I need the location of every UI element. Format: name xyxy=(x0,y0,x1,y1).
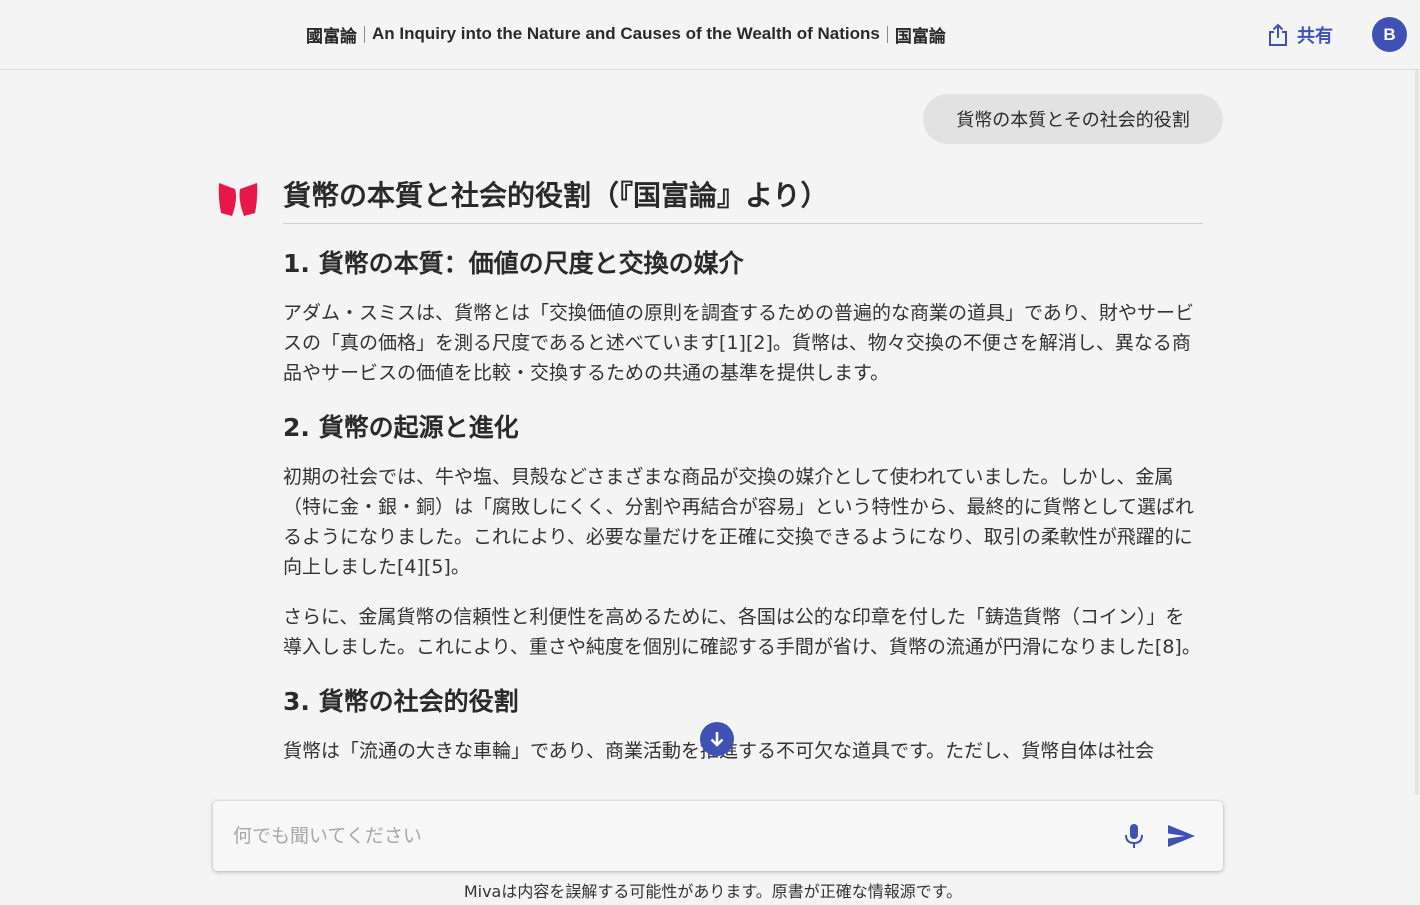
chat-input[interactable] xyxy=(233,819,1103,853)
section-heading: 3. 貨幣の社会的役割 xyxy=(283,687,519,716)
share-icon xyxy=(1269,23,1287,46)
microphone-icon[interactable] xyxy=(1120,821,1148,851)
scroll-to-bottom-button[interactable] xyxy=(700,722,734,756)
send-icon[interactable] xyxy=(1165,821,1197,851)
title-separator xyxy=(364,25,365,43)
share-label: 共有 xyxy=(1297,26,1333,47)
section-paragraph: 初期の社会では、牛や塩、貝殻などさまざまな商品が交換の媒介として使われていました… xyxy=(283,466,1195,578)
top-bar: 國富論 An Inquiry into the Nature and Cause… xyxy=(0,0,1420,70)
assistant-logo-icon xyxy=(218,183,258,216)
title-right: 国富論 xyxy=(894,26,946,46)
avatar[interactable]: B xyxy=(1372,17,1407,52)
assistant-answer: 貨幣の本質と社会的役割（『国富論』より） 1. 貨幣の本質：価値の尺度と交換の媒… xyxy=(283,170,1203,800)
chat-input-container xyxy=(213,801,1223,871)
title-left: 國富論 xyxy=(306,26,357,46)
disclaimer: Mivaは内容を誤解する可能性があります。原書が正確な情報源です。 xyxy=(463,882,963,901)
title-main: An Inquiry into the Nature and Causes of… xyxy=(372,24,880,43)
section-paragraph: 貨幣は「流通の大きな車輪」であり、商業活動を推進する不可欠な道具です。ただし、貨… xyxy=(283,736,1203,766)
section-paragraph: さらに、金属貨幣の信頼性と利便性を高めるために、各国は公的な印章を付した「鋳造貨… xyxy=(283,606,1201,658)
section-heading: 1. 貨幣の本質：価値の尺度と交換の媒介 xyxy=(283,249,744,278)
section-heading: 2. 貨幣の起源と進化 xyxy=(283,413,519,442)
share-button[interactable]: 共有 xyxy=(1267,21,1333,49)
title-separator xyxy=(886,25,888,43)
document-title: 國富論 An Inquiry into the Nature and Cause… xyxy=(306,22,946,46)
user-message-bubble: 貨幣の本質とその社会的役割 xyxy=(923,94,1223,144)
page-scrollbar[interactable] xyxy=(1414,70,1420,795)
arrow-down-icon xyxy=(710,732,724,747)
answer-title: 貨幣の本質と社会的役割（『国富論』より） xyxy=(283,170,1203,224)
section-paragraph: アダム・スミスは、貨幣とは「交換価値の原則を調査するための普遍的な商業の道具」で… xyxy=(283,302,1195,384)
